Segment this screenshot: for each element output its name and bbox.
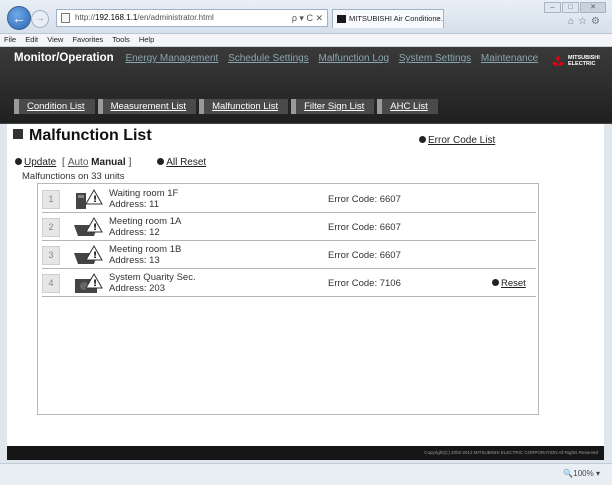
ceiling-unit-warning-icon: ! xyxy=(76,188,103,209)
menu-edit[interactable]: Edit xyxy=(25,35,38,44)
subnav-malfunction-list[interactable]: Malfunction List xyxy=(199,99,289,114)
title-square-icon xyxy=(13,129,23,139)
url-host: 192.168.1.1 xyxy=(95,13,138,22)
close-icon[interactable]: ✕ xyxy=(580,2,606,13)
list-item: 4 ! System Quarity Sec. Address: 203 Erro… xyxy=(42,270,536,297)
unit-address: Address: 13 xyxy=(109,255,160,266)
auto-option[interactable]: Auto xyxy=(68,157,89,168)
tab-close-icon[interactable]: × xyxy=(436,10,440,28)
gear-icon[interactable]: ⚙ xyxy=(591,16,604,27)
diamond-logo-icon xyxy=(552,55,564,66)
row-number: 1 xyxy=(42,190,60,209)
nav-maintenance[interactable]: Maintenance xyxy=(481,53,538,64)
forward-button[interactable]: → xyxy=(31,10,49,28)
unit-name: System Quarity Sec. Address: 203 xyxy=(109,272,196,294)
reset-link[interactable]: Reset xyxy=(492,278,526,289)
browser-menubar: File Edit View Favorites Tools Help xyxy=(0,34,612,47)
sub-nav: Condition List Measurement List Malfunctio… xyxy=(14,99,441,114)
logo-text-2: ELECTRIC xyxy=(568,61,596,67)
outdoor-unit-warning-icon: ! xyxy=(75,272,103,293)
browser-tab[interactable]: MITSUBISHI Air Conditione... × xyxy=(332,9,444,28)
bracket-close: ] xyxy=(128,157,132,168)
nav-malfunction-log[interactable]: Malfunction Log xyxy=(318,53,389,64)
home-icon[interactable]: ⌂ xyxy=(568,16,578,27)
unit-address: Address: 203 xyxy=(109,283,165,294)
list-item: 3 ! Meeting room 1B Address: 13 Error Cod… xyxy=(42,242,536,269)
update-controls: Update [Auto Manual] All Reset xyxy=(15,157,206,168)
back-button[interactable]: ← xyxy=(7,6,31,30)
menu-help[interactable]: Help xyxy=(139,35,154,44)
svg-text:!: ! xyxy=(93,251,97,261)
error-code: Error Code: 7106 xyxy=(328,278,401,289)
unit-name: Meeting room 1A Address: 12 xyxy=(109,216,182,238)
address-tools[interactable]: ρ ▾ C ✕ xyxy=(292,10,323,26)
zoom-level[interactable]: 🔍100% ▾ xyxy=(563,469,600,478)
nav-system-settings[interactable]: System Settings xyxy=(399,53,471,64)
subnav-measurement-list[interactable]: Measurement List xyxy=(97,99,197,114)
error-code: Error Code: 6607 xyxy=(328,250,401,261)
browser-toolbar-icons: ⌂☆⚙ xyxy=(568,16,604,27)
mitsubishi-logo: MITSUBISHI ELECTRIC xyxy=(551,52,607,72)
favicon-icon xyxy=(337,15,346,23)
bracket-open: [ xyxy=(62,157,65,168)
menu-favorites[interactable]: Favorites xyxy=(72,35,103,44)
row-number: 3 xyxy=(42,246,60,265)
subnav-ahc-list[interactable]: AHC List xyxy=(377,99,438,114)
subnav-condition-list[interactable]: Condition List xyxy=(14,99,95,114)
error-code-list-link[interactable]: Error Code List xyxy=(419,135,495,146)
zoom-value: 100% xyxy=(573,469,594,478)
page-title-text: Malfunction List xyxy=(29,127,152,144)
main-nav: Monitor/Operation Energy Management Sche… xyxy=(14,52,545,74)
error-code: Error Code: 6607 xyxy=(328,222,401,233)
bullet-icon xyxy=(492,279,499,286)
error-code: Error Code: 6607 xyxy=(328,194,401,205)
unit-name: Meeting room 1B Address: 13 xyxy=(109,244,182,266)
bullet-icon xyxy=(157,158,165,165)
unit-name: Waiting room 1F Address: 11 xyxy=(109,188,179,210)
error-code-list-text[interactable]: Error Code List xyxy=(428,135,495,146)
window-controls: – □ ✕ xyxy=(544,2,606,14)
menu-file[interactable]: File xyxy=(4,35,16,44)
nav-schedule-settings[interactable]: Schedule Settings xyxy=(228,53,309,64)
url-prefix: http:// xyxy=(75,13,96,22)
star-icon[interactable]: ☆ xyxy=(578,16,591,27)
manual-option[interactable]: Manual xyxy=(91,157,125,168)
page-title: Malfunction List xyxy=(13,127,152,145)
nav-monitor-operation[interactable]: Monitor/Operation xyxy=(14,52,114,64)
list-item: 2 ! Meeting room 1A Address: 12 Error Cod… xyxy=(42,214,536,241)
reset-text[interactable]: Reset xyxy=(501,278,526,289)
unit-address: Address: 11 xyxy=(109,199,159,210)
nav-energy-management[interactable]: Energy Management xyxy=(125,53,218,64)
menu-tools[interactable]: Tools xyxy=(112,35,130,44)
address-bar[interactable]: http://192.168.1.1/en/administrator.html… xyxy=(56,9,328,27)
cassette-unit-warning-icon: ! xyxy=(74,244,103,264)
browser-statusbar: 🔍100% ▾ xyxy=(0,463,612,485)
page-icon xyxy=(61,13,70,23)
units-summary: Malfunctions on 33 units xyxy=(22,171,125,182)
subnav-filter-sign-list[interactable]: Filter Sign List xyxy=(291,99,375,114)
bullet-icon xyxy=(15,158,22,165)
copyright-footer: Copyright(C) 2002-2013 MITSUBISHI ELECTR… xyxy=(7,446,604,460)
svg-text:!: ! xyxy=(93,195,97,205)
unit-address: Address: 12 xyxy=(109,227,160,238)
row-number: 4 xyxy=(42,274,60,293)
browser-titlebar: ← → http://192.168.1.1/en/administrator.… xyxy=(0,0,612,34)
url-path: /en/administrator.html xyxy=(137,13,214,22)
malfunction-list: 1 ! Waiting room 1F Address: 11 Error Cod… xyxy=(37,183,539,415)
all-reset-link[interactable]: All Reset xyxy=(166,157,206,168)
minimize-icon[interactable]: – xyxy=(544,2,561,13)
cassette-unit-warning-icon: ! xyxy=(74,216,103,236)
zoom-icon: 🔍 xyxy=(563,469,574,478)
row-number: 2 xyxy=(42,218,60,237)
bullet-icon xyxy=(419,136,426,143)
svg-text:!: ! xyxy=(93,279,97,289)
update-link[interactable]: Update xyxy=(24,157,56,168)
list-item: 1 ! Waiting room 1F Address: 11 Error Cod… xyxy=(42,186,536,213)
menu-view[interactable]: View xyxy=(47,35,63,44)
tab-title: MITSUBISHI Air Conditione... xyxy=(349,14,444,23)
svg-text:!: ! xyxy=(93,223,97,233)
maximize-icon[interactable]: □ xyxy=(562,2,579,13)
